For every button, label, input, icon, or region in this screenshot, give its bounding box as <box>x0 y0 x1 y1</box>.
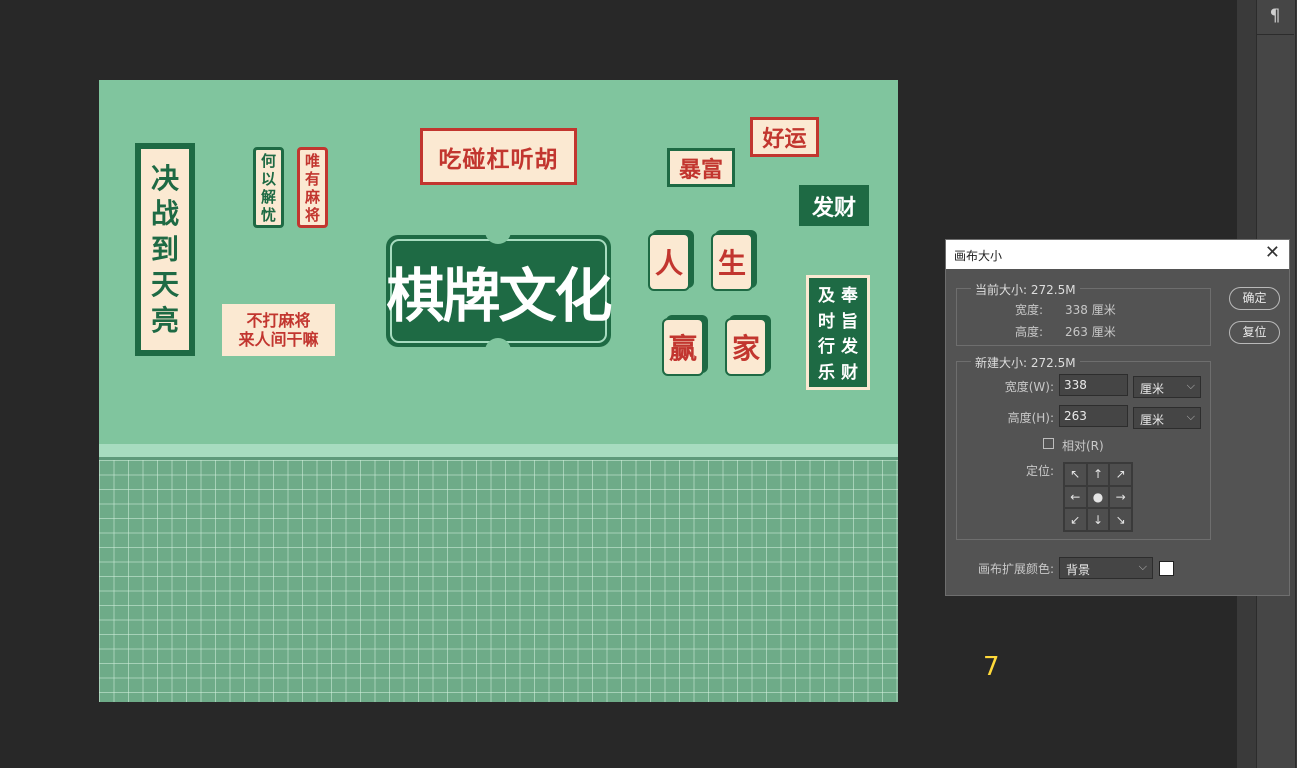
sign-fu-gui: 暴富 <box>667 148 735 187</box>
banner-right-char: 行 <box>818 337 835 357</box>
sign-left-bottom-line: 不打麻将 <box>246 310 311 330</box>
tile-face: 家 <box>725 318 767 376</box>
chevron-down-icon: ⌵ <box>1186 410 1195 423</box>
sign-hao-yun: 好运 <box>750 117 819 157</box>
banner-small-red: 唯 有 麻 将 <box>297 147 328 228</box>
anchor-bottom-left[interactable]: ↙ <box>1064 508 1087 531</box>
banner-left: 决 战 到 天 亮 <box>135 143 195 356</box>
extension-color-swatch[interactable] <box>1159 561 1174 576</box>
banner-small-red-char: 有 <box>304 169 320 188</box>
current-size-label: 当前大小: 272.5M <box>971 281 1080 298</box>
chevron-down-icon: ⌵ <box>1138 560 1147 573</box>
current-height-label: 高度: <box>1014 325 1043 339</box>
width-unit-select[interactable]: 厘米 ⌵ <box>1133 376 1201 398</box>
close-icon[interactable]: ✕ <box>1265 242 1280 263</box>
anchor-bottom-right[interactable]: ↘ <box>1109 508 1132 531</box>
floor-grid <box>99 460 898 702</box>
banner-right-char: 乐 <box>818 362 835 383</box>
relative-checkbox[interactable] <box>1043 438 1054 449</box>
banner-small-red-char: 唯 <box>304 151 320 170</box>
banner-right-char: 及 <box>818 286 835 306</box>
relative-label: 相对(R) <box>1062 439 1104 453</box>
anchor-left[interactable]: ← <box>1064 485 1087 509</box>
banner-small-green-char: 忧 <box>260 205 276 224</box>
dialog-title-bar[interactable]: 画布大小 ✕ <box>946 240 1289 269</box>
anchor-right[interactable]: → <box>1109 485 1132 509</box>
anchor-top[interactable]: ↑ <box>1086 463 1110 486</box>
mahjong-tile: 人 <box>648 230 694 291</box>
banner-left-char: 决 <box>150 161 179 195</box>
main-title-sign: 棋牌文化 <box>386 226 613 356</box>
banner-left-char: 到 <box>150 232 179 266</box>
anchor-top-right[interactable]: ↗ <box>1109 463 1132 486</box>
current-width-label: 宽度: <box>1014 303 1043 317</box>
ok-button[interactable]: 确定 <box>1229 287 1280 310</box>
width-input[interactable]: 338 <box>1059 374 1128 396</box>
new-width-label: 宽度(W): <box>1004 380 1054 394</box>
new-height-label: 高度(H): <box>1007 411 1054 425</box>
new-size-label: 新建大小: 272.5M <box>971 354 1080 371</box>
step-number: 7 <box>983 652 1000 682</box>
current-height-value: 263 厘米 <box>1065 325 1116 339</box>
sign-left-bottom-line: 来人间干嘛 <box>238 330 319 349</box>
sign-fa-cai: 发财 <box>799 185 869 226</box>
height-unit-value: 厘米 <box>1140 413 1165 427</box>
extension-color-select[interactable]: 背景 ⌵ <box>1059 557 1153 579</box>
extension-color-value: 背景 <box>1066 563 1091 577</box>
sign-left-bottom: 不打麻将 来人间干嘛 <box>222 304 335 356</box>
reset-button[interactable]: 复位 <box>1229 321 1280 344</box>
paragraph-panel-button[interactable]: ¶ <box>1256 0 1294 35</box>
height-unit-select[interactable]: 厘米 ⌵ <box>1133 407 1201 429</box>
current-size-group: 当前大小: 272.5M 宽度: 338 厘米 高度: 263 厘米 <box>956 281 1211 346</box>
banner-small-green-char: 以 <box>260 169 276 188</box>
banner-right-char: 旨 <box>841 311 858 332</box>
sign-top: 吃碰杠听胡 <box>420 128 577 185</box>
tile-face: 人 <box>648 233 690 291</box>
mahjong-tile: 赢 <box>662 315 708 376</box>
paragraph-icon: ¶ <box>1269 6 1281 26</box>
canvas-size-dialog: 画布大小 ✕ 当前大小: 272.5M 宽度: 338 厘米 高度: 263 厘… <box>945 239 1290 596</box>
banner-right-char: 奉 <box>841 286 858 306</box>
wall-ledge <box>99 444 898 460</box>
mahjong-tile: 生 <box>711 230 757 291</box>
chevron-down-icon: ⌵ <box>1186 379 1195 392</box>
height-input[interactable]: 263 <box>1059 405 1128 427</box>
dialog-title: 画布大小 <box>954 249 1003 263</box>
banner-left-char: 战 <box>150 197 179 231</box>
banner-right: 奉 旨 发 财 及 时 行 乐 <box>806 275 870 390</box>
banner-small-red-char: 麻 <box>304 187 320 206</box>
banner-left-char: 天 <box>150 268 179 302</box>
banner-right-char: 发 <box>841 337 858 357</box>
banner-small-red-char: 将 <box>304 205 320 224</box>
width-unit-value: 厘米 <box>1140 382 1165 396</box>
banner-left-char: 亮 <box>150 303 179 337</box>
banner-right-char: 财 <box>841 362 858 383</box>
current-width-value: 338 厘米 <box>1065 303 1116 317</box>
anchor-top-left[interactable]: ↖ <box>1064 463 1087 486</box>
banner-right-col: 奉 旨 发 财 <box>841 284 858 387</box>
banner-small-green-char: 解 <box>260 187 276 206</box>
anchor-center[interactable]: ● <box>1086 485 1110 509</box>
banner-right-char: 时 <box>818 311 835 332</box>
extension-color-label: 画布扩展颜色: <box>977 562 1054 576</box>
banner-right-col: 及 时 行 乐 <box>818 284 835 387</box>
tile-face: 生 <box>711 233 753 291</box>
banner-small-green-char: 何 <box>260 151 276 170</box>
mahjong-tile: 家 <box>725 315 771 376</box>
banner-small-green: 何 以 解 忧 <box>253 147 284 228</box>
document-canvas[interactable]: 决 战 到 天 亮 何 以 解 忧 唯 有 麻 将 吃碰杠听胡 不打麻将 来人间… <box>99 80 898 702</box>
tile-face: 赢 <box>662 318 704 376</box>
anchor-grid: ↖ ↑ ↗ ← ● → ↙ ↓ ↘ <box>1063 462 1133 532</box>
anchor-label: 定位: <box>1025 464 1054 478</box>
anchor-bottom[interactable]: ↓ <box>1086 508 1110 531</box>
main-title: 棋牌文化 <box>386 262 612 330</box>
